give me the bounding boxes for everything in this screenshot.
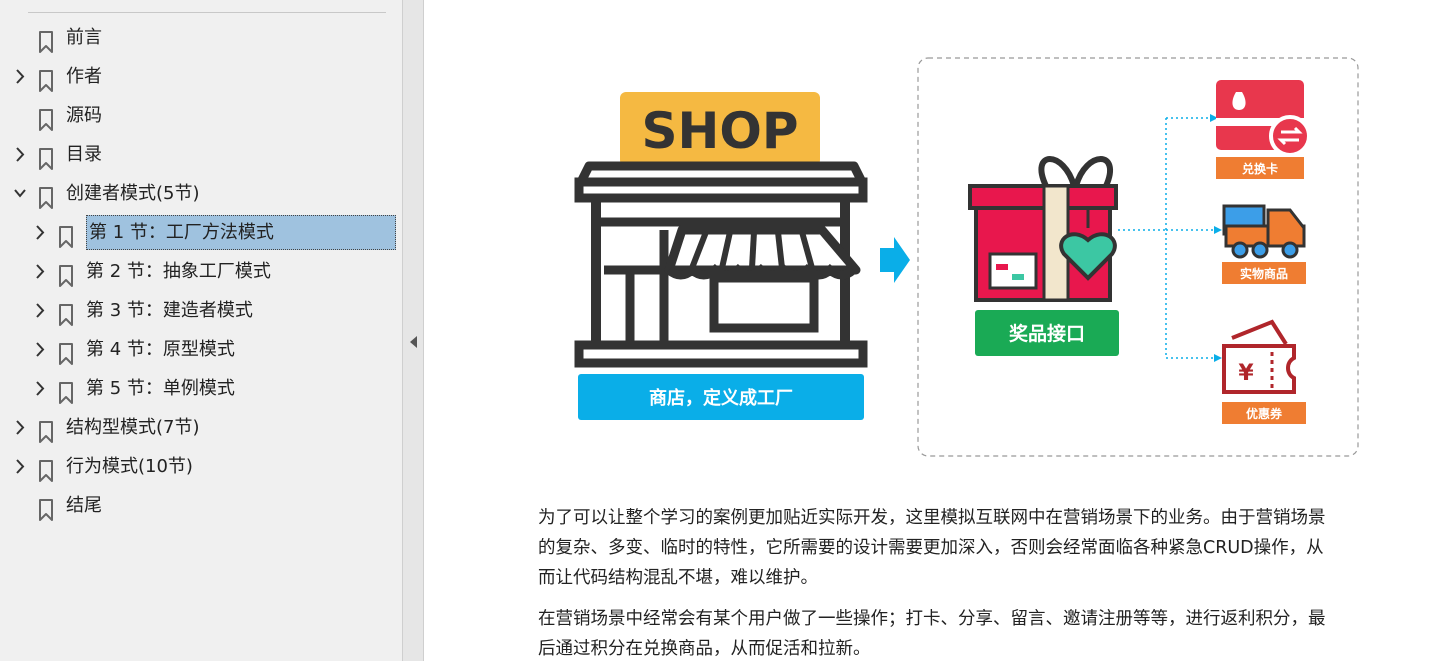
bookmark-label: 第 5 节：单例模式 (86, 378, 235, 399)
text-line: 为了可以让整个学习的案例更加贴近实际开发，这里模拟互联网中在营销场景下的业务。由… (538, 508, 1326, 528)
right-arrow-icon (880, 237, 910, 283)
bookmark-label: 作者 (66, 66, 102, 87)
text-line: 后通过积分在兑换商品，从而促活和拉新。 (538, 639, 871, 659)
bookmark-label: 第 2 节：抽象工厂模式 (86, 261, 271, 282)
bookmark-label: 第 1 节：工厂方法模式 (86, 215, 396, 250)
shop-icon: SHOP (574, 92, 868, 368)
bookmark-item[interactable]: 结构型模式(7节) (0, 408, 400, 447)
bookmark-item[interactable]: 第 4 节：原型模式 (0, 330, 400, 369)
bookmark-label: 结尾 (66, 495, 102, 516)
gift-box-icon (968, 156, 1118, 302)
bookmark-label: 源码 (66, 105, 102, 126)
panel-splitter[interactable] (402, 0, 424, 661)
prize-label: 兑换卡 (1242, 161, 1278, 176)
bookmark-item[interactable]: 源码 (0, 96, 400, 135)
bookmark-label: 结构型模式(7节) (66, 417, 200, 438)
bookmark-label: 第 4 节：原型模式 (86, 339, 235, 360)
connector-lines (1118, 117, 1214, 359)
svg-text:¥: ¥ (1238, 361, 1254, 386)
paragraph-1: 为了可以让整个学习的案例更加贴近实际开发，这里模拟互联网中在营销场景下的业务。由… (538, 503, 1402, 593)
panel-divider (28, 12, 386, 13)
prize-label: 优惠券 (1246, 406, 1283, 421)
bookmarks-panel: 前言作者源码目录创建者模式(5节) 第 1 节：工厂方法模式第 2 节：抽象工厂模… (0, 0, 402, 661)
bookmark-item[interactable]: 前言 (0, 18, 400, 57)
bookmark-item[interactable]: 作者 (0, 57, 400, 96)
coupon-icon: ¥ (1222, 319, 1296, 394)
gift-caption: 奖品接口 (1009, 322, 1085, 345)
prize-label: 实物商品 (1240, 266, 1288, 281)
bookmark-icon (38, 496, 54, 535)
text-line: 而让代码结构混乱不堪，难以维护。 (538, 568, 818, 588)
bookmark-item[interactable]: 第 2 节：抽象工厂模式 (0, 252, 400, 291)
collapse-panel-icon[interactable] (410, 336, 417, 348)
bookmark-label: 行为模式(10节) (66, 456, 193, 477)
exchange-card-icon (1216, 80, 1311, 157)
text-line: 的复杂、多变、临时的特性，它所需要的设计需要更加深入，否则会经常面临各种紧急CR… (538, 538, 1324, 558)
text-line: 在营销场景中经常会有某个用户做了一些操作；打卡、分享、留言、邀请注册等等，进行返… (538, 609, 1326, 629)
bookmark-item[interactable]: 目录 (0, 135, 400, 174)
bookmark-item[interactable]: 第 5 节：单例模式 (0, 369, 400, 408)
paragraph-2: 在营销场景中经常会有某个用户做了一些操作；打卡、分享、留言、邀请注册等等，进行返… (538, 604, 1402, 661)
bookmark-label: 前言 (66, 27, 102, 48)
shop-caption: 商店，定义成工厂 (649, 387, 793, 409)
bookmark-label: 创建者模式(5节) (66, 183, 200, 204)
truck-icon (1222, 204, 1306, 259)
factory-figure: SHOP 商店，定义成工厂 奖品接口 兑换卡 实物商品 ¥ 优惠券 (574, 57, 1359, 457)
bookmark-item[interactable]: 第 3 节：建造者模式 (0, 291, 400, 330)
bookmark-item[interactable]: 行为模式(10节) (0, 447, 400, 486)
document-view: SHOP 商店，定义成工厂 奖品接口 兑换卡 实物商品 ¥ 优惠券 为了可以让整… (424, 0, 1430, 661)
bookmark-item[interactable]: 创建者模式(5节) (0, 174, 400, 213)
bookmark-item[interactable]: 第 1 节：工厂方法模式 (0, 213, 400, 252)
shop-sign-text: SHOP (641, 102, 798, 160)
bookmark-label: 第 3 节：建造者模式 (86, 300, 253, 321)
bookmark-item[interactable]: 结尾 (0, 486, 400, 525)
bookmark-label: 目录 (66, 144, 102, 165)
